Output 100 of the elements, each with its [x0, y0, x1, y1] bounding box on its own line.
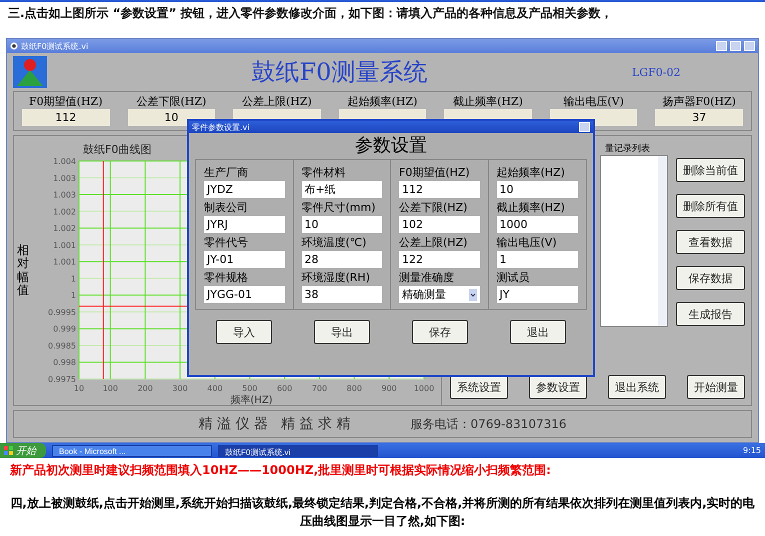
- input-field[interactable]: JYGG-01: [204, 286, 284, 303]
- action-button[interactable]: 删除当前值: [676, 158, 745, 182]
- field-label: 截止频率(HZ): [496, 200, 566, 216]
- x-axis-label: 频率(HZ): [230, 394, 273, 404]
- y-tick-label: 1.003: [53, 190, 76, 200]
- close-button[interactable]: [744, 41, 755, 51]
- dialog-button[interactable]: 导出: [314, 320, 370, 344]
- parameter-value: 112: [22, 109, 110, 126]
- restore-button[interactable]: [730, 41, 741, 51]
- input-field[interactable]: JY-01: [204, 251, 284, 268]
- parameter-label: 截止频率(HZ): [452, 94, 524, 109]
- y-tick-label: 1: [70, 274, 76, 283]
- field-label: 公差上限(HZ): [399, 235, 468, 251]
- close-button[interactable]: [579, 122, 590, 132]
- field-label: 制表公司: [204, 200, 249, 216]
- x-tick-label: 100: [102, 384, 118, 392]
- parameter-label: 输出电压(V): [562, 94, 625, 109]
- x-tick-label: 700: [312, 384, 328, 392]
- dialog-heading: 参数设置: [354, 134, 428, 158]
- action-button[interactable]: 退出系统: [608, 375, 666, 399]
- record-list[interactable]: [600, 155, 668, 327]
- input-field[interactable]: 布+纸: [302, 181, 382, 198]
- x-tick-label: 10: [74, 384, 84, 392]
- dialog-button[interactable]: 保存: [412, 320, 468, 344]
- dialog-button[interactable]: 退出: [510, 320, 566, 344]
- input-field[interactable]: JYRJ: [204, 216, 284, 233]
- parameter-label: 扬声器F0(HZ): [661, 94, 737, 109]
- field-label: 零件材料: [302, 165, 346, 181]
- x-tick-label: 900: [382, 384, 397, 392]
- parameter-label: F0期望值(HZ): [28, 94, 104, 109]
- y-tick-label: 0.9985: [48, 340, 76, 350]
- taskbar-item[interactable]: Book - Microsoft ...: [52, 444, 212, 456]
- paragraph-text: 四,放上被测鼓纸,点击开始测里,系统开始扫描该鼓纸,最终锁定结果,判定合格,不合格,并将所测的所有结果依次排列在测里值列表内,实时的电压曲线图显示一目了然,如下图:: [9, 495, 756, 530]
- y-tick-label: 1: [70, 290, 76, 300]
- input-field[interactable]: 1: [496, 251, 578, 268]
- field-label: F0期望值(HZ): [399, 165, 471, 181]
- window-title: 鼓纸F0测试系统.vi: [21, 40, 90, 52]
- y-tick-label: 0.998: [53, 358, 76, 367]
- action-button[interactable]: 查看数据: [676, 230, 745, 254]
- action-button[interactable]: 系统设置: [450, 375, 508, 399]
- input-field[interactable]: JY: [496, 286, 578, 303]
- y-tick-label: 0.9995: [48, 307, 76, 316]
- app-icon: [10, 42, 18, 50]
- x-tick-label: 500: [242, 384, 258, 392]
- x-tick-label: 1000: [414, 384, 434, 392]
- action-button[interactable]: 保存数据: [676, 266, 745, 290]
- y-tick-label: 1.004: [53, 156, 76, 166]
- model-label: LGF0-02: [632, 66, 682, 78]
- field-label: 测试员: [496, 270, 530, 286]
- input-field[interactable]: 112: [399, 181, 480, 198]
- input-field[interactable]: JYDZ: [204, 181, 284, 198]
- y-tick-label: 1.001: [53, 257, 76, 266]
- x-tick-label: 400: [207, 384, 223, 392]
- field-label: 零件尺寸(mm): [302, 200, 377, 216]
- slogan-text: 精 溢 仪 器 精 益 求 精: [198, 415, 351, 433]
- start-button[interactable]: 开始: [0, 443, 46, 458]
- y-axis-label: 相对幅值: [17, 244, 29, 297]
- y-tick-label: 0.9975: [48, 374, 76, 384]
- y-tick-label: 0.999: [53, 324, 76, 334]
- field-label: 生产厂商: [204, 165, 249, 181]
- input-field[interactable]: 28: [302, 251, 382, 268]
- y-tick-label: 1.002: [53, 206, 76, 216]
- clock-text: 9:15: [743, 446, 761, 455]
- action-button[interactable]: 开始测量: [687, 375, 745, 399]
- input-field[interactable]: 122: [399, 251, 480, 268]
- parameter-value: 37: [655, 109, 743, 126]
- action-button[interactable]: 生成报告: [676, 302, 745, 326]
- input-field[interactable]: 1000: [496, 216, 578, 233]
- parameter-label: 公差下限(HZ): [135, 94, 208, 109]
- chart-title: 鼓纸F0曲线图: [83, 142, 152, 156]
- field-label: 环境温度(℃): [302, 235, 368, 251]
- parameter-label: 公差上限(HZ): [241, 94, 313, 109]
- input-field[interactable]: 38: [302, 286, 382, 303]
- field-label: 环境湿度(RH): [302, 270, 371, 286]
- input-field[interactable]: 102: [399, 216, 480, 233]
- x-tick-label: 600: [276, 384, 292, 392]
- x-tick-label: 300: [172, 384, 188, 392]
- dialog-button[interactable]: 导入: [216, 320, 272, 344]
- x-tick-label: 800: [346, 384, 362, 392]
- phone-text: 服务电话：0769-83107316: [410, 416, 566, 432]
- field-label: 零件规格: [204, 270, 249, 286]
- dropdown-field[interactable]: 精确测量: [399, 286, 480, 303]
- field-label: 起始频率(HZ): [496, 165, 566, 181]
- input-field[interactable]: 10: [302, 216, 382, 233]
- minimize-button[interactable]: [716, 41, 727, 51]
- parameter-label: 起始频率(HZ): [346, 94, 418, 109]
- action-button[interactable]: 删除所有值: [676, 194, 745, 218]
- list-title: 量记录列表: [604, 142, 651, 155]
- field-label: 输出电压(V): [496, 235, 558, 251]
- action-button[interactable]: 参数设置: [529, 375, 587, 399]
- note-text: 新产品初次测里时建议扫频范围填入10HZ——1000HZ,批里测里时可根据实际情况缩小扫频繁范围:: [9, 462, 552, 479]
- logo-icon: [13, 56, 47, 88]
- y-tick-label: 1.002: [53, 224, 76, 233]
- input-field[interactable]: 10: [496, 181, 578, 198]
- y-tick-label: 1.003: [53, 173, 76, 182]
- field-label: 公差下限(HZ): [399, 200, 468, 216]
- field-label: 零件代号: [204, 235, 249, 251]
- field-label: 测量准确度: [399, 270, 455, 286]
- y-tick-label: 1.001: [53, 240, 76, 250]
- taskbar-item[interactable]: 鼓纸F0测试系统.vi: [218, 444, 378, 456]
